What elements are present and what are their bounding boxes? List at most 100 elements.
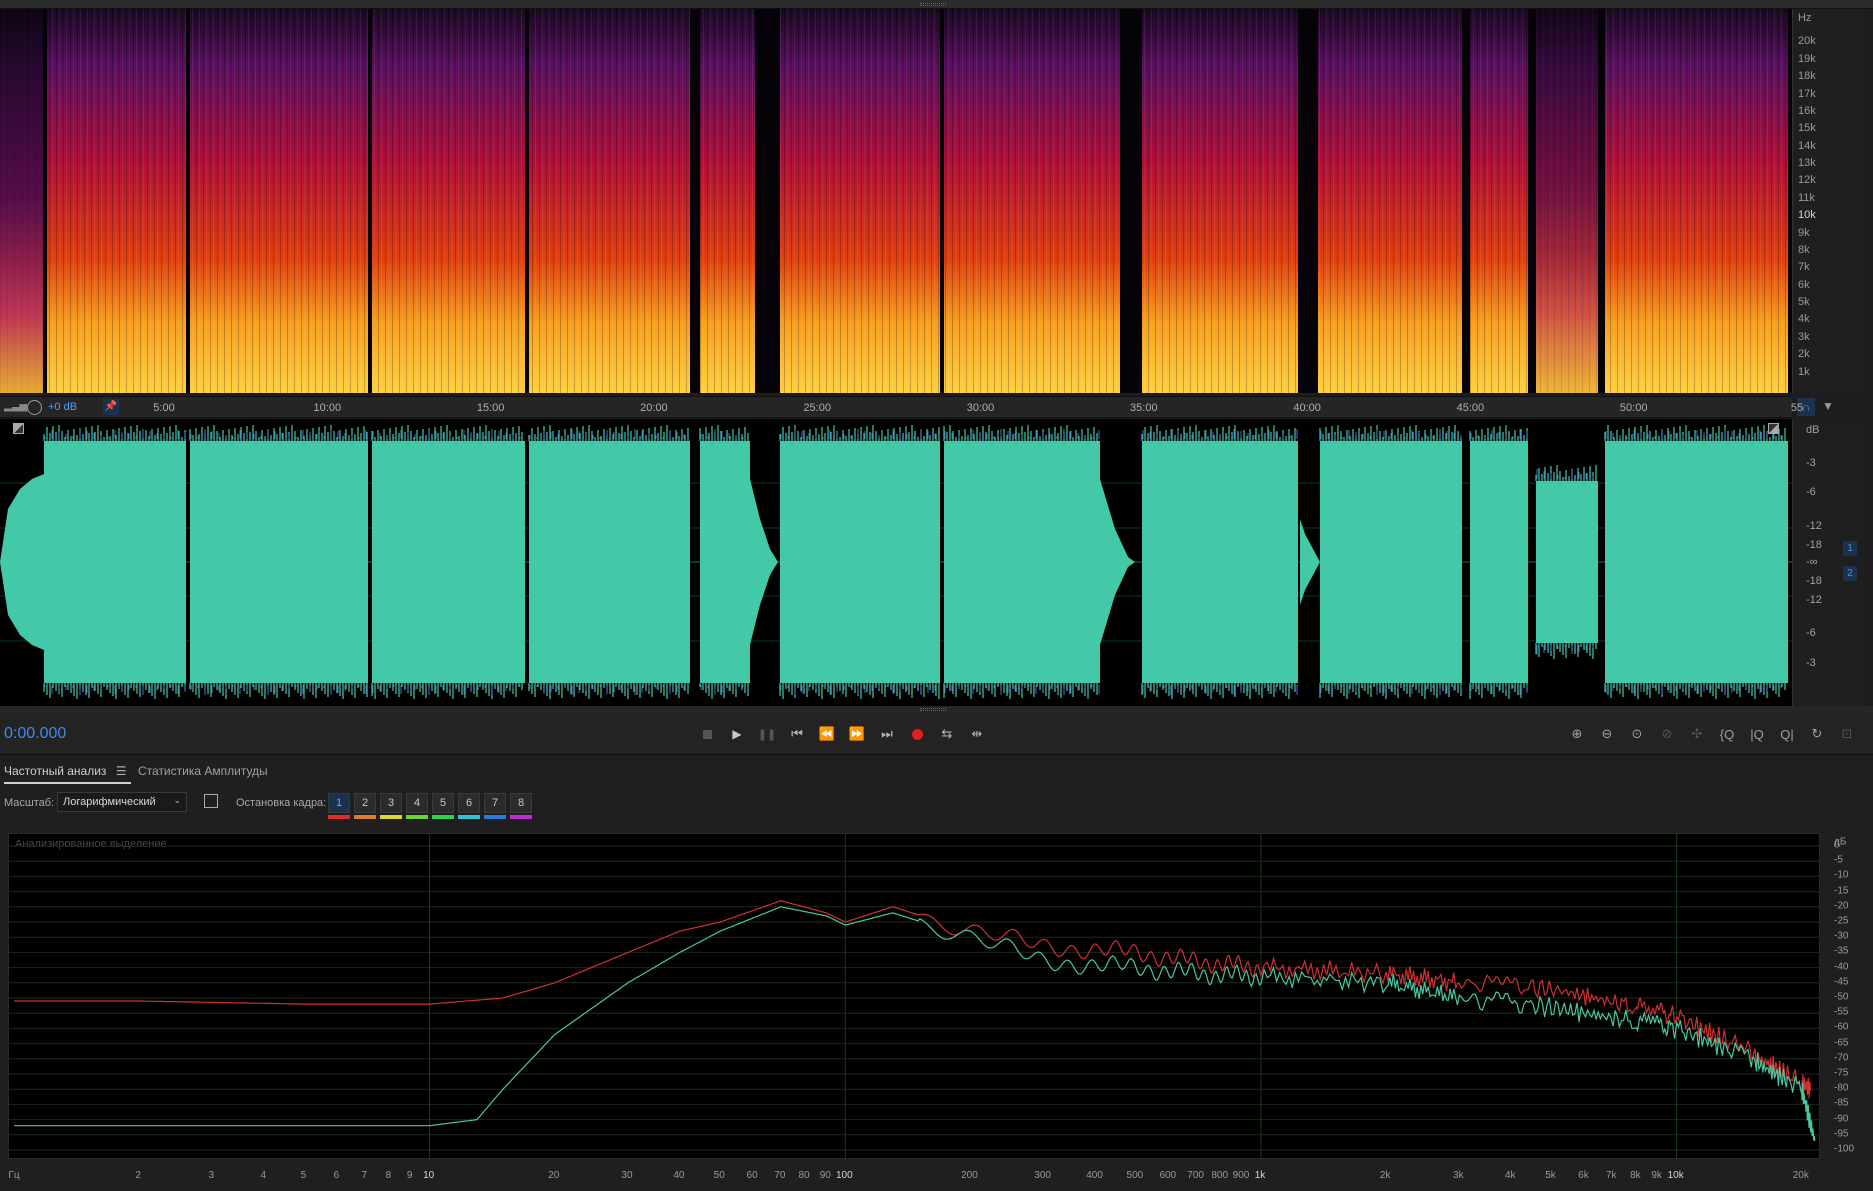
chart-db-tick-label: -75 bbox=[1834, 1067, 1849, 1079]
hz-tick-label: 15k bbox=[1798, 122, 1816, 135]
chart-hz-tick-label: 6 bbox=[333, 1170, 340, 1181]
go-to-end-button[interactable]: ⏭ bbox=[876, 724, 898, 744]
hz-tick-label: 1k bbox=[1798, 365, 1810, 378]
freeze-frame-button-4[interactable]: 4 bbox=[406, 793, 428, 813]
zoom-out-full-button[interactable]: {Q bbox=[1715, 724, 1739, 744]
zoom-out-full-icon: {Q bbox=[1719, 726, 1735, 742]
chart-db-tick-label: -60 bbox=[1834, 1021, 1849, 1033]
chart-db-tick-label: -50 bbox=[1834, 991, 1849, 1003]
skip-selection-button[interactable]: ⇹ bbox=[966, 724, 988, 744]
hz-tick-label: 18k bbox=[1798, 70, 1816, 83]
spectral-frequency-display[interactable] bbox=[0, 9, 1792, 393]
waveform-display[interactable] bbox=[0, 419, 1792, 706]
chart-hz-tick-label: 30 bbox=[621, 1170, 633, 1181]
chart-hz-tick-label: 3k bbox=[1453, 1170, 1464, 1181]
hz-tick-label: 9k bbox=[1798, 226, 1810, 239]
db-tick-label: -12 bbox=[1806, 520, 1822, 532]
zoom-reset-icon: ⊡ bbox=[1841, 726, 1853, 741]
time-tick-label: 10:00 bbox=[313, 402, 342, 414]
zoom-out-time-button[interactable]: ✣ bbox=[1685, 724, 1709, 744]
panel-menu-icon[interactable]: ☰ bbox=[116, 764, 127, 778]
freeze-frame-button-2[interactable]: 2 bbox=[354, 793, 376, 813]
record-button[interactable] bbox=[906, 724, 928, 744]
timeline-ruler[interactable]: ▂▃▅ +0 dB 📌 bbox=[0, 396, 1792, 418]
frequency-chart-svg bbox=[9, 834, 1821, 1160]
hz-tick-label: 2k bbox=[1798, 348, 1810, 361]
waveform-corner-toggle-left[interactable] bbox=[13, 423, 24, 434]
chart-hz-tick-label: 1k bbox=[1254, 1170, 1266, 1181]
zoom-to-selection-button[interactable]: ↻ bbox=[1805, 724, 1829, 744]
zoom-in-amplitude-button[interactable]: ⊕ bbox=[1565, 724, 1589, 744]
time-tick-label: 45:00 bbox=[1456, 402, 1485, 414]
chart-hz-tick-label: 20k bbox=[1792, 1170, 1809, 1181]
chart-hz-tick-label: 3 bbox=[208, 1170, 215, 1181]
freeze-frame-button-5[interactable]: 5 bbox=[432, 793, 454, 813]
go-to-end-icon: ⏭ bbox=[881, 726, 893, 741]
pin-icon[interactable]: 📌 bbox=[103, 399, 119, 415]
freeze-frame-color-2 bbox=[354, 815, 376, 819]
waveform-track-block bbox=[1536, 481, 1598, 643]
chart-db-tick-label: -65 bbox=[1834, 1037, 1849, 1049]
frequency-chart-area[interactable]: Анализированное выделение bbox=[8, 833, 1821, 1160]
play-button[interactable]: ▶ bbox=[726, 724, 748, 744]
zoom-in-time-button[interactable]: ⊘ bbox=[1655, 724, 1679, 744]
tab-frequency-analysis[interactable]: Частотный анализ ☰ bbox=[4, 764, 131, 784]
zoom-out-amplitude-button[interactable]: ⊖ bbox=[1595, 724, 1619, 744]
chart-hz-tick-label: 8k bbox=[1630, 1170, 1641, 1181]
loop-button[interactable]: ⇆ bbox=[936, 724, 958, 744]
fast-forward-button[interactable]: ⏩ bbox=[846, 724, 868, 744]
zoom-in-at-end-button[interactable]: Q| bbox=[1775, 724, 1799, 744]
tab-amplitude-statistics[interactable]: Статистика Амплитуды bbox=[138, 764, 268, 778]
freeze-frame-button-3[interactable]: 3 bbox=[380, 793, 402, 813]
rewind-button[interactable]: ⏪ bbox=[816, 724, 838, 744]
marker-icon[interactable]: ▼ bbox=[1822, 399, 1834, 415]
scale-dropdown[interactable]: Логарифмический ⌄ bbox=[57, 792, 187, 812]
chart-hz-tick-label: 600 bbox=[1159, 1170, 1177, 1181]
volume-knob-icon[interactable] bbox=[27, 400, 42, 415]
zoom-in-at-start-button[interactable]: |Q bbox=[1745, 724, 1769, 744]
freeze-frame-color-5 bbox=[432, 815, 454, 819]
db-tick-label: -18 bbox=[1806, 575, 1822, 587]
chart-hz-tick-label: 300 bbox=[1034, 1170, 1051, 1181]
play-icon: ▶ bbox=[732, 727, 742, 741]
freeze-frame-color-8 bbox=[510, 815, 532, 819]
zoom-in-time-icon: ⊘ bbox=[1661, 726, 1673, 741]
copy-icon[interactable] bbox=[204, 794, 218, 808]
channel-1-badge[interactable]: 1 bbox=[1843, 541, 1857, 556]
time-tick-label: 5:00 bbox=[153, 402, 175, 414]
hz-tick-label: 13k bbox=[1798, 157, 1816, 170]
zoom-full-button[interactable]: ⊙ bbox=[1625, 724, 1649, 744]
hz-tick-label: 20k bbox=[1798, 35, 1816, 48]
time-tick-label: 20:00 bbox=[640, 402, 668, 414]
hz-tick-label: 17k bbox=[1798, 87, 1816, 100]
pause-button[interactable]: ❚❚ bbox=[756, 724, 778, 744]
hz-tick-label: 4k bbox=[1798, 313, 1810, 326]
meter-icon[interactable]: ▂▃▅ bbox=[4, 401, 27, 413]
go-to-start-button[interactable]: ⏮ bbox=[786, 724, 808, 744]
chart-hz-tick-label: 50 bbox=[713, 1170, 725, 1181]
loop-icon: ⇆ bbox=[941, 726, 953, 741]
top-resize-handle[interactable] bbox=[0, 0, 1873, 9]
chart-hz-tick-label: 500 bbox=[1126, 1170, 1144, 1181]
zoom-reset-button[interactable]: ⊡ bbox=[1835, 724, 1859, 744]
db-tick-label: -6 bbox=[1806, 486, 1816, 498]
freeze-frame-button-8[interactable]: 8 bbox=[510, 793, 532, 813]
chart-db-tick-label: -70 bbox=[1834, 1052, 1849, 1064]
zoom-in-at-end-icon: Q| bbox=[1780, 726, 1794, 742]
freeze-frame-button-6[interactable]: 6 bbox=[458, 793, 480, 813]
freeze-frame-button-7[interactable]: 7 bbox=[484, 793, 506, 813]
freeze-frame-button-1[interactable]: 1 bbox=[328, 793, 350, 813]
waveform-resize-handle[interactable] bbox=[0, 706, 1873, 713]
chart-db-tick-label: -25 bbox=[1834, 915, 1849, 927]
stop-button[interactable] bbox=[696, 724, 718, 744]
waveform-corner-toggle-right[interactable] bbox=[1768, 423, 1779, 434]
hz-unit-label: Hz bbox=[1798, 12, 1812, 24]
chart-hz-tick-label: 60 bbox=[746, 1170, 758, 1181]
channel-2-badge[interactable]: 2 bbox=[1843, 566, 1857, 581]
chart-hz-tick-label: 9k bbox=[1651, 1170, 1662, 1181]
waveform-track-block bbox=[700, 441, 750, 683]
waveform-track-block bbox=[1605, 441, 1788, 683]
gain-readout[interactable]: +0 dB bbox=[48, 401, 77, 413]
chart-hz-tick-label: 400 bbox=[1086, 1170, 1103, 1181]
current-time-display[interactable]: 0:00.000 bbox=[4, 725, 66, 743]
